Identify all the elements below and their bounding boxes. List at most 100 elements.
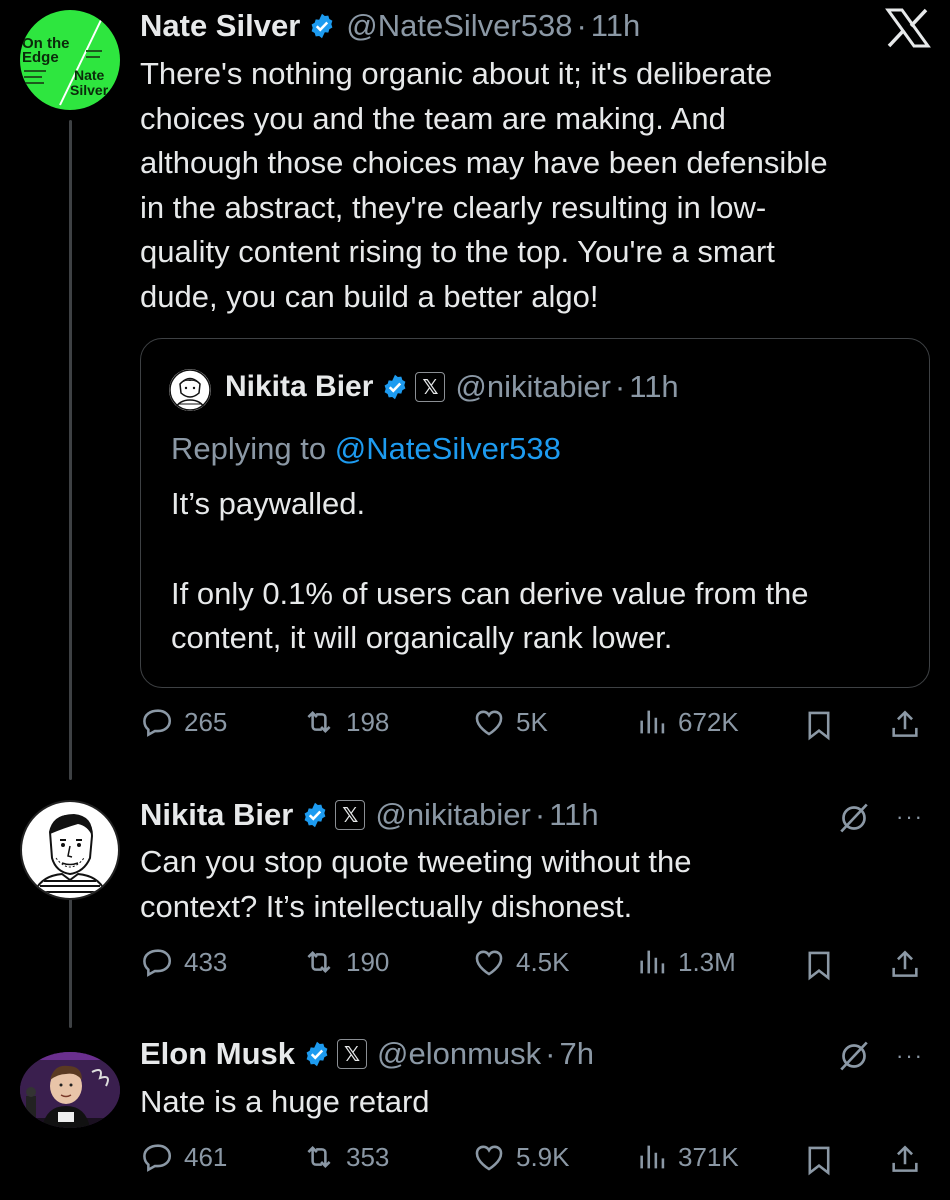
views-icon [640,1145,665,1169]
repost-icon [307,1145,331,1169]
replying-to: Replying to @NateSilver538 [171,427,911,472]
like-count: 4.5K [516,946,570,977]
action-bar: 433 190 4.5K 1.3M [140,945,930,985]
replying-prefix: Replying to [171,431,335,466]
like-button[interactable]: 5K [470,705,548,739]
tweet-text: Can you stop quote tweeting without the … [140,840,940,929]
repost-button[interactable]: 190 [300,945,389,979]
action-bar: 461 353 5.9K 371K [140,1140,930,1180]
reply-icon [143,1144,172,1172]
verified-icon [385,374,406,400]
thread-line [69,120,72,780]
timestamp[interactable]: 11h [549,797,598,833]
separator: · [576,8,587,43]
share-button[interactable] [888,707,922,748]
handle[interactable]: @nikitabier [375,797,531,833]
views-icon [640,710,665,734]
handle[interactable]: @elonmusk [377,1036,541,1072]
verified-icon [306,1041,328,1067]
more-icon[interactable]: ··· [896,804,924,830]
bookmark-icon [808,951,830,981]
avatar[interactable] [20,800,120,900]
more-icon[interactable]: ··· [896,1043,924,1069]
verified-icon [304,802,326,828]
tweet-line: There's nothing organic about it; it's d… [140,56,773,91]
quote-tweet[interactable]: Nikita Bier 𝕏 @nikitabier · 11h Replying… [140,338,930,688]
like-count: 5.9K [516,1141,570,1172]
repost-count: 198 [346,706,390,737]
tweet-text: There's nothing organic about it; it's d… [140,52,940,319]
repost-button[interactable]: 198 [300,705,389,739]
quote-text: content, it will organically rank lower. [171,620,673,655]
x-logo-icon[interactable] [885,8,931,53]
views-icon [640,950,665,974]
reply-count: 265 [184,706,228,737]
timestamp[interactable]: 11h [591,8,640,44]
repost-icon [307,950,331,974]
like-icon [475,710,503,736]
tweet-line: quality content rising to the top. You'r… [140,234,775,269]
bookmark-button[interactable] [802,707,836,748]
quote-text: It’s paywalled. [171,486,366,521]
thread-line [69,892,72,1028]
x-badge-icon: 𝕏 [337,1039,368,1069]
display-name[interactable]: Nikita Bier [225,370,373,404]
display-name[interactable]: Elon Musk [140,1036,295,1072]
share-icon [892,950,918,977]
tweet-header: Nikita Bier 𝕏 @nikitabier · 11h [140,797,599,833]
separator: · [545,1036,556,1071]
handle[interactable]: @NateSilver538 [346,8,572,44]
verified-icon [311,13,333,39]
avatar[interactable] [169,369,211,411]
grok-icon[interactable] [836,1038,872,1079]
reply-button[interactable]: 265 [140,705,227,739]
timestamp[interactable]: 11h [629,369,678,405]
reply-icon [143,709,172,737]
tweet-line: Nate is a huge retard [140,1084,430,1119]
tweet-text: Nate is a huge retard [140,1080,940,1125]
repost-button[interactable]: 353 [300,1140,389,1174]
avatar-text: Silver [70,82,109,98]
views-button[interactable]: 672K [636,705,739,739]
bookmark-icon [808,711,830,741]
share-button[interactable] [888,947,922,988]
reply-button[interactable]: 433 [140,945,227,979]
avatar-text: Nate [74,67,105,83]
tweet-line: Can you stop quote tweeting without the [140,844,692,879]
tweet-line: choices you and the team are making. And [140,100,726,136]
share-button[interactable] [888,1142,922,1183]
views-count: 371K [678,1141,739,1172]
display-name[interactable]: Nikita Bier [140,797,293,833]
timestamp[interactable]: 7h [560,1036,594,1072]
quote-header: Nikita Bier 𝕏 @nikitabier · 11h [225,369,679,405]
views-button[interactable]: 1.3M [636,945,736,979]
bookmark-button[interactable] [802,947,836,988]
like-button[interactable]: 4.5K [470,945,570,979]
share-icon [892,710,918,737]
repost-count: 190 [346,946,390,977]
repost-count: 353 [346,1141,390,1172]
separator: · [614,369,626,404]
bookmark-button[interactable] [802,1142,836,1183]
reply-count: 461 [184,1141,228,1172]
views-count: 1.3M [678,946,736,977]
tweet-line: in the abstract, they're clearly resulti… [140,189,767,225]
views-button[interactable]: 371K [636,1140,739,1174]
tweet-header: Nate Silver @NateSilver538 · 11h [140,8,640,44]
display-name[interactable]: Nate Silver [140,8,300,44]
x-badge-icon: 𝕏 [415,372,446,402]
views-count: 672K [678,706,739,737]
separator: · [534,797,546,832]
grok-icon[interactable] [836,800,872,841]
tweet-line: context? It’s intellectually dishonest. [140,888,633,924]
bookmark-icon [808,1146,830,1176]
avatar[interactable] [20,1052,120,1128]
reply-icon [143,949,172,977]
tweet-header: Elon Musk 𝕏 @elonmusk · 7h [140,1036,594,1072]
reply-button[interactable]: 461 [140,1140,227,1174]
handle[interactable]: @nikitabier [455,369,611,405]
avatar[interactable]: On the Edge Nate Silver [20,10,120,110]
like-button[interactable]: 5.9K [470,1140,570,1174]
x-badge-icon: 𝕏 [335,800,366,830]
replying-handle[interactable]: @NateSilver538 [335,431,561,466]
